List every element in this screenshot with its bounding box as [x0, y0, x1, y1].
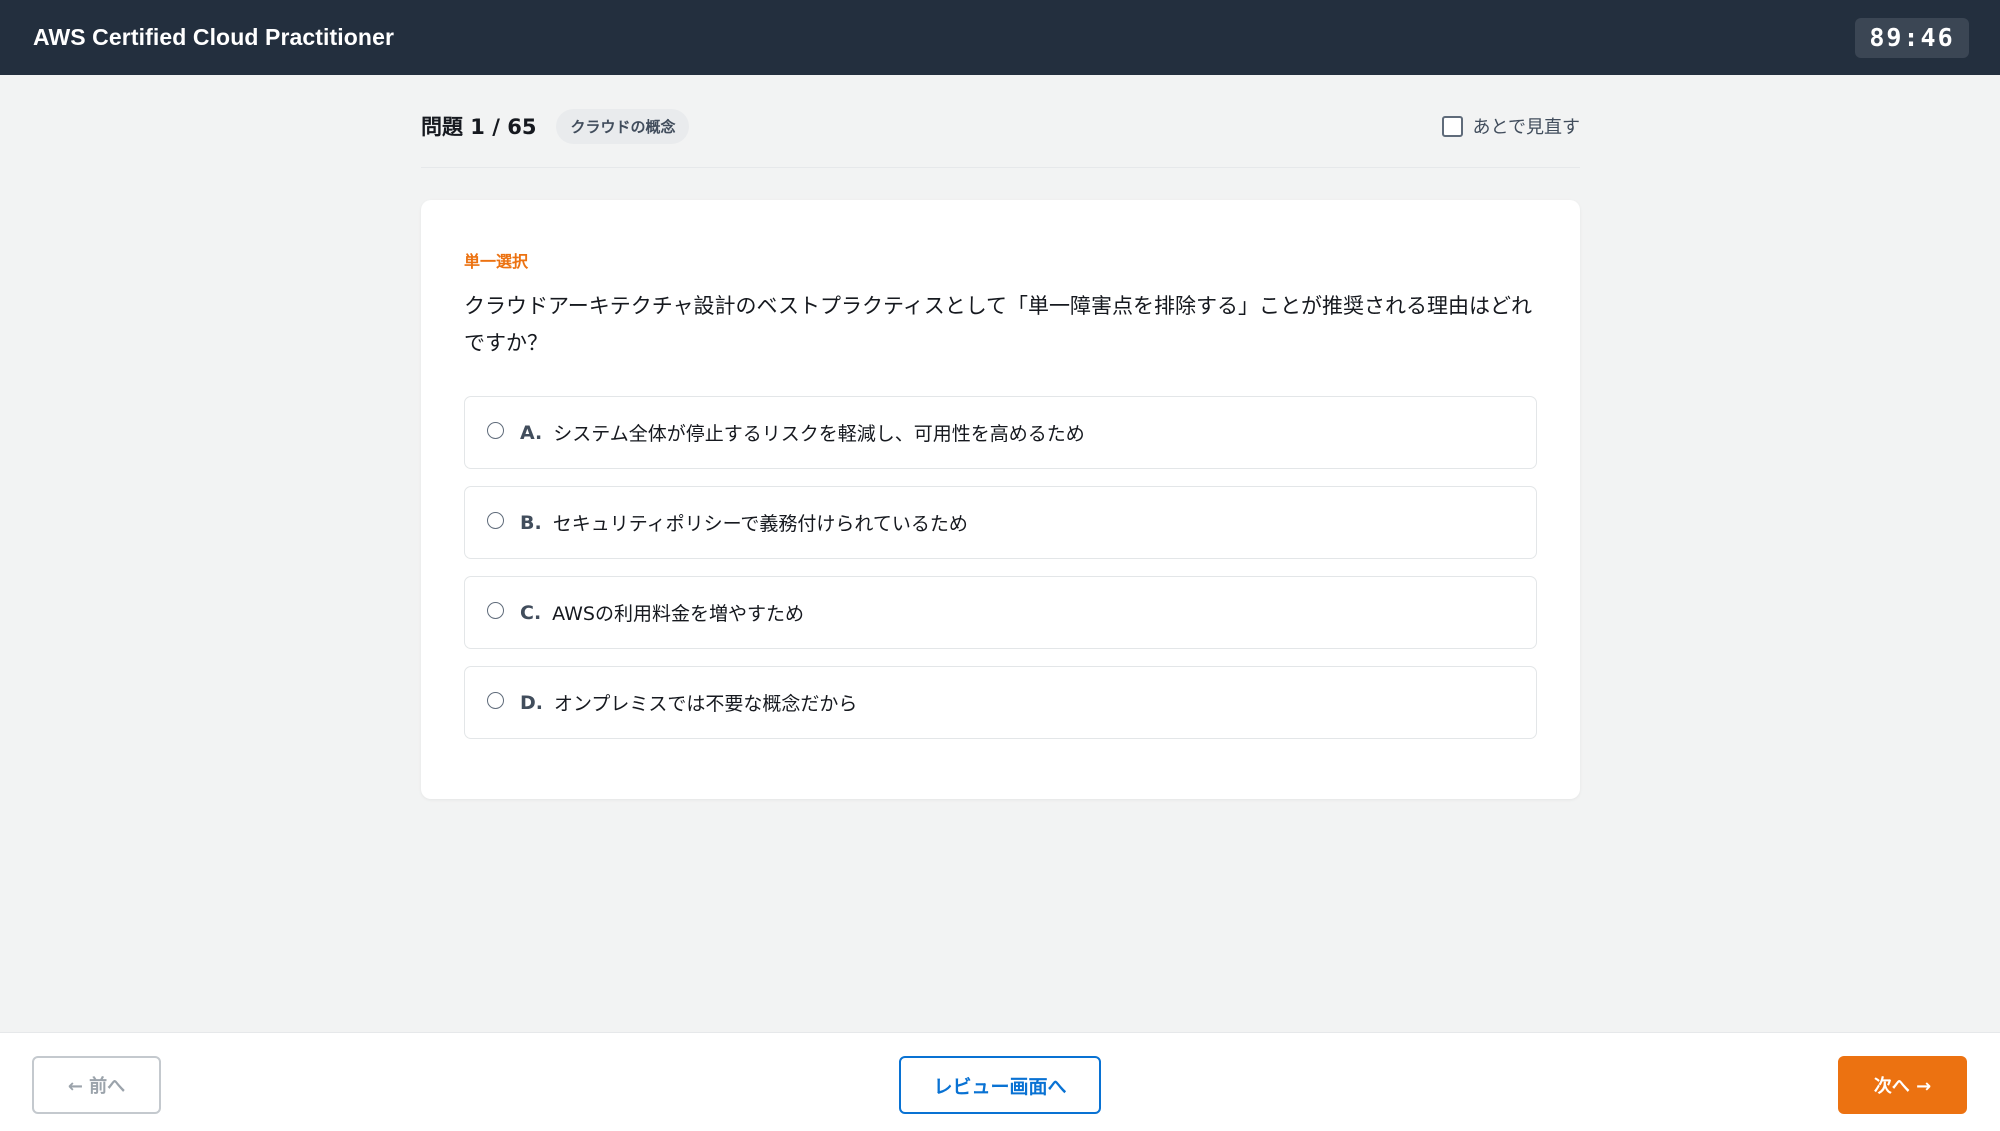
- question-number: 問題 1 / 65: [421, 115, 537, 139]
- answer-option-d[interactable]: D. オンプレミスでは不要な概念だから: [464, 666, 1537, 739]
- answer-option-c[interactable]: C. AWSの利用料金を増やすため: [464, 576, 1537, 649]
- question-card: 単一選択 クラウドアーキテクチャ設計のベストプラクティスとして「単一障害点を排除…: [421, 200, 1580, 799]
- review-later-checkbox[interactable]: [1441, 115, 1463, 137]
- review-later-toggle[interactable]: あとで見直す: [1441, 106, 1580, 146]
- radio-button[interactable]: [487, 692, 504, 709]
- answer-option-a[interactable]: A. システム全体が停止するリスクを軽減し、可用性を高めるため: [464, 396, 1537, 469]
- question-text: クラウドアーキテクチャ設計のベストプラクティスとして「単一障害点を排除する」こと…: [464, 294, 1533, 355]
- review-later-label[interactable]: あとで見直す: [1473, 113, 1580, 139]
- question-type-label: 単一選択: [464, 252, 529, 271]
- navigation-footer: ← 前へ レビュー画面へ 次へ →: [0, 1032, 2000, 1131]
- option-letter: B.: [520, 511, 542, 534]
- category-badge: クラウドの概念: [556, 108, 690, 144]
- question-header: 問題 1 / 65 クラウドの概念 あとで見直す: [421, 106, 1580, 168]
- app-title: AWS Certified Cloud Practitioner: [33, 24, 395, 50]
- option-text: オンプレミスでは不要な概念だから: [554, 693, 858, 715]
- radio-button[interactable]: [487, 512, 504, 529]
- countdown-timer: 89:46: [1855, 17, 1969, 58]
- radio-button[interactable]: [487, 602, 504, 619]
- option-text: セキュリティポリシーで義務付けられているため: [552, 513, 968, 535]
- next-button[interactable]: 次へ →: [1838, 1056, 1967, 1114]
- option-text: AWSの利用料金を増やすため: [552, 603, 804, 625]
- option-text: システム全体が停止するリスクを軽減し、可用性を高めるため: [553, 423, 1085, 445]
- option-letter: C.: [520, 601, 542, 624]
- top-bar: AWS Certified Cloud Practitioner 89:46: [0, 0, 2000, 75]
- question-meta: 問題 1 / 65 クラウドの概念: [421, 106, 690, 146]
- option-letter: A.: [520, 421, 543, 444]
- previous-button[interactable]: ← 前へ: [32, 1056, 161, 1114]
- answer-option-b[interactable]: B. セキュリティポリシーで義務付けられているため: [464, 486, 1537, 559]
- radio-button[interactable]: [487, 422, 504, 439]
- answer-options: A. システム全体が停止するリスクを軽減し、可用性を高めるため B. セキュリテ…: [464, 396, 1537, 756]
- option-letter: D.: [520, 691, 543, 714]
- review-screen-button[interactable]: レビュー画面へ: [899, 1056, 1101, 1114]
